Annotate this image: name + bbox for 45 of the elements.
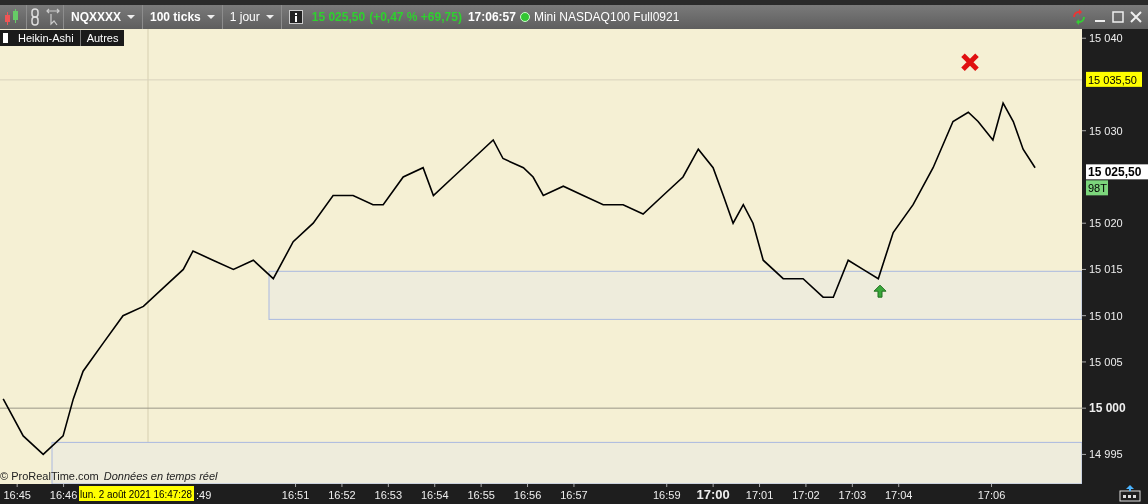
- color-swatch-icon: [3, 33, 8, 43]
- maximize-icon[interactable]: [1112, 11, 1124, 23]
- tick-count-badge: 98T: [1086, 180, 1108, 196]
- close-icon[interactable]: [1130, 11, 1142, 23]
- sell-cross-icon: [960, 52, 980, 72]
- keyboard-icon[interactable]: [1119, 485, 1141, 502]
- interval-dropdown[interactable]: 100 ticks: [143, 5, 222, 29]
- instrument-name: Mini NASDAQ100 Full0921: [533, 10, 680, 24]
- time-axis-label: 16:45: [3, 489, 31, 501]
- price-axis-label: 15 010: [1089, 309, 1123, 322]
- time-axis-label: 17:06: [977, 489, 1006, 501]
- last-price: 15 025,50: [311, 10, 366, 24]
- price-axis-label: 15 005: [1089, 355, 1123, 368]
- price-axis-label: 15 000: [1089, 401, 1126, 416]
- time-axis-label: 17:00: [696, 487, 730, 502]
- buy-arrow-icon: [873, 284, 887, 298]
- time-axis-label: 16:52: [328, 489, 356, 501]
- time-axis-label: 16:46: [49, 489, 78, 501]
- time-axis-label: 16:54: [421, 489, 449, 501]
- time-axis-label: 16:57: [560, 489, 588, 501]
- time-axis-label: 16:59: [652, 489, 681, 501]
- price-axis-label: 15 020: [1089, 217, 1123, 230]
- symbol-dropdown[interactable]: NQXXXX: [64, 5, 142, 29]
- price-axis-label: 15 015: [1089, 263, 1123, 276]
- time-axis-label: 17:03: [838, 489, 867, 501]
- refresh-icon[interactable]: [1070, 8, 1088, 26]
- time-axis-label: 17:04: [884, 489, 913, 501]
- time-axis-label: 16:55: [467, 489, 495, 501]
- attribution-text: © ProRealTime.com: [0, 470, 99, 482]
- price-axis-label: 14 995: [1089, 448, 1123, 461]
- time-axis-label: 16:56: [513, 489, 542, 501]
- chart-tab[interactable]: Autres: [80, 30, 125, 46]
- price-change: (+0,47 % +69,75): [369, 10, 462, 24]
- quote-time: 17:06:57: [467, 10, 516, 24]
- time-axis-label: 16:51: [281, 489, 310, 501]
- price-axis-label: 15 040: [1089, 32, 1123, 45]
- price-tag: 15 025,50: [1086, 164, 1148, 180]
- time-axis-label: :49: [196, 489, 212, 501]
- time-axis-label: 17:01: [745, 489, 774, 501]
- time-axis-label: 17:02: [792, 489, 820, 501]
- period-dropdown[interactable]: 1 jour: [222, 5, 281, 29]
- chart-tab[interactable]: Heikin-Ashi: [12, 30, 81, 46]
- price-axis-label: 15 030: [1089, 124, 1123, 137]
- time-axis-label: 16:53: [374, 489, 403, 501]
- realtime-note: Données en temps réel: [103, 470, 218, 482]
